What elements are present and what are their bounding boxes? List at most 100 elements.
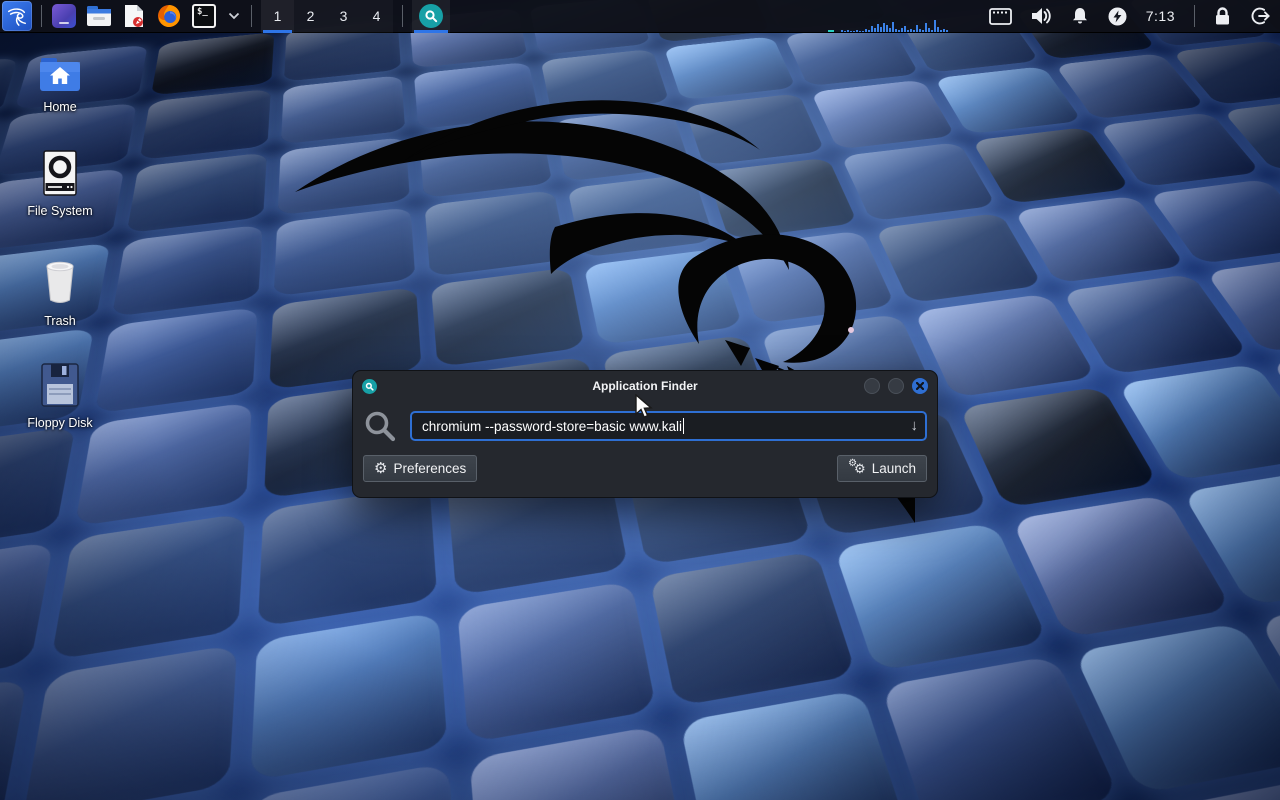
launcher-firefox[interactable] — [156, 3, 182, 29]
text-caret — [683, 418, 684, 434]
monitor-bar — [934, 20, 936, 32]
monitor-bar — [925, 23, 927, 32]
kali-menu-button[interactable] — [2, 1, 32, 31]
application-finder-icon — [419, 4, 443, 28]
monitor-bar — [886, 25, 888, 32]
monitor-bar — [889, 28, 891, 32]
hard-disk-icon — [40, 150, 80, 196]
panel-separator — [1194, 5, 1195, 27]
desktop-icon-label: Home — [43, 100, 76, 114]
run-gears-icon: ⚙ — [854, 462, 866, 475]
preferences-button-label: Preferences — [393, 461, 466, 476]
command-input[interactable]: chromium --password-store=basic www.kali… — [410, 411, 927, 441]
monitor-bar — [940, 30, 942, 32]
command-input-value: chromium --password-store=basic www.kali — [422, 419, 682, 434]
volume-icon[interactable] — [1031, 7, 1052, 25]
monitor-tick — [828, 30, 834, 32]
minimize-button[interactable] — [864, 378, 880, 394]
monitor-bar — [928, 28, 930, 32]
monitor-bar — [904, 26, 906, 32]
search-icon — [363, 409, 397, 443]
monitor-bar — [907, 30, 909, 32]
launcher-purple-app[interactable] — [51, 3, 77, 29]
launcher-text-editor[interactable] — [121, 3, 147, 29]
maximize-button[interactable] — [888, 378, 904, 394]
document-edit-icon — [123, 4, 145, 28]
monitor-bar — [850, 31, 852, 32]
monitor-bar — [883, 23, 885, 32]
desktop-icon-trash[interactable]: Trash — [18, 258, 102, 328]
terminal-dropdown[interactable] — [226, 3, 242, 29]
system-monitor-graph[interactable] — [826, 0, 966, 33]
firefox-icon — [157, 4, 181, 28]
desktop-icon-label: File System — [27, 204, 92, 218]
close-button[interactable] — [912, 378, 928, 394]
taskbar-item-application-finder[interactable] — [412, 0, 450, 33]
monitor-bar — [853, 31, 855, 32]
monitor-bar — [937, 27, 939, 32]
logout-icon[interactable] — [1250, 6, 1270, 26]
home-folder-icon — [39, 56, 81, 92]
desktop-icon-floppy-disk[interactable]: Floppy Disk — [18, 362, 102, 430]
monitor-bar — [895, 29, 897, 32]
monitor-bar — [892, 22, 894, 32]
power-manager-icon[interactable] — [1108, 7, 1127, 26]
monitor-bar — [916, 25, 918, 32]
panel-separator — [41, 5, 42, 27]
kali-logo-icon — [6, 5, 28, 27]
monitor-bar — [847, 30, 849, 32]
monitor-bar — [931, 30, 933, 32]
top-panel: $_ 1234 — [0, 0, 1280, 33]
monitor-bar — [901, 28, 903, 32]
lock-screen-icon[interactable] — [1214, 7, 1231, 26]
window-title: Application Finder — [353, 379, 937, 393]
launcher-terminal[interactable]: $_ — [191, 3, 217, 29]
desktop-icon-home[interactable]: Home — [18, 56, 102, 114]
desktop-icon-label: Floppy Disk — [27, 416, 92, 430]
monitor-bar — [910, 29, 912, 32]
monitor-bar — [862, 31, 864, 32]
folder-icon — [86, 5, 112, 27]
keyboard-icon[interactable] — [989, 8, 1012, 25]
workspace-4[interactable]: 4 — [360, 0, 393, 33]
launch-button[interactable]: ⚙ ⚙ Launch — [837, 455, 927, 482]
monitor-bar — [844, 31, 846, 32]
workspace-switcher: 1234 — [261, 0, 393, 33]
system-tray: 7:13 — [989, 5, 1270, 27]
monitor-bar — [871, 26, 873, 32]
monitor-bar — [874, 28, 876, 32]
gear-icon: ⚙ — [374, 461, 387, 476]
monitor-bar — [859, 31, 861, 32]
history-dropdown-icon[interactable]: ↓ — [911, 417, 919, 434]
launcher-file-manager[interactable] — [86, 3, 112, 29]
monitor-bar — [880, 27, 882, 32]
monitor-bar — [865, 29, 867, 32]
monitor-bar — [841, 30, 843, 32]
notifications-bell-icon[interactable] — [1071, 7, 1089, 25]
panel-separator — [402, 5, 403, 27]
monitor-bar — [922, 30, 924, 32]
workspace-3[interactable]: 3 — [327, 0, 360, 33]
workspace-2[interactable]: 2 — [294, 0, 327, 33]
mouse-cursor — [634, 394, 656, 420]
monitor-bar — [943, 29, 945, 32]
application-finder-window: Application Finder chromium --password-s… — [352, 370, 938, 498]
monitor-bar — [913, 30, 915, 32]
purple-app-icon — [52, 4, 76, 28]
terminal-icon: $_ — [192, 4, 216, 28]
desktop-icon-file-system[interactable]: File System — [18, 150, 102, 218]
trash-bin-icon — [39, 258, 81, 306]
workspace-1[interactable]: 1 — [261, 0, 294, 33]
monitor-bar — [856, 30, 858, 32]
chevron-down-icon — [228, 12, 240, 20]
preferences-button[interactable]: ⚙ Preferences — [363, 455, 477, 482]
launch-button-label: Launch — [872, 461, 916, 476]
window-icon — [362, 379, 377, 394]
floppy-disk-icon — [39, 362, 81, 408]
panel-separator — [251, 5, 252, 27]
monitor-bar — [868, 30, 870, 32]
panel-clock[interactable]: 7:13 — [1146, 8, 1175, 24]
monitor-bar — [898, 30, 900, 32]
close-icon — [916, 382, 924, 390]
monitor-bar — [919, 29, 921, 32]
